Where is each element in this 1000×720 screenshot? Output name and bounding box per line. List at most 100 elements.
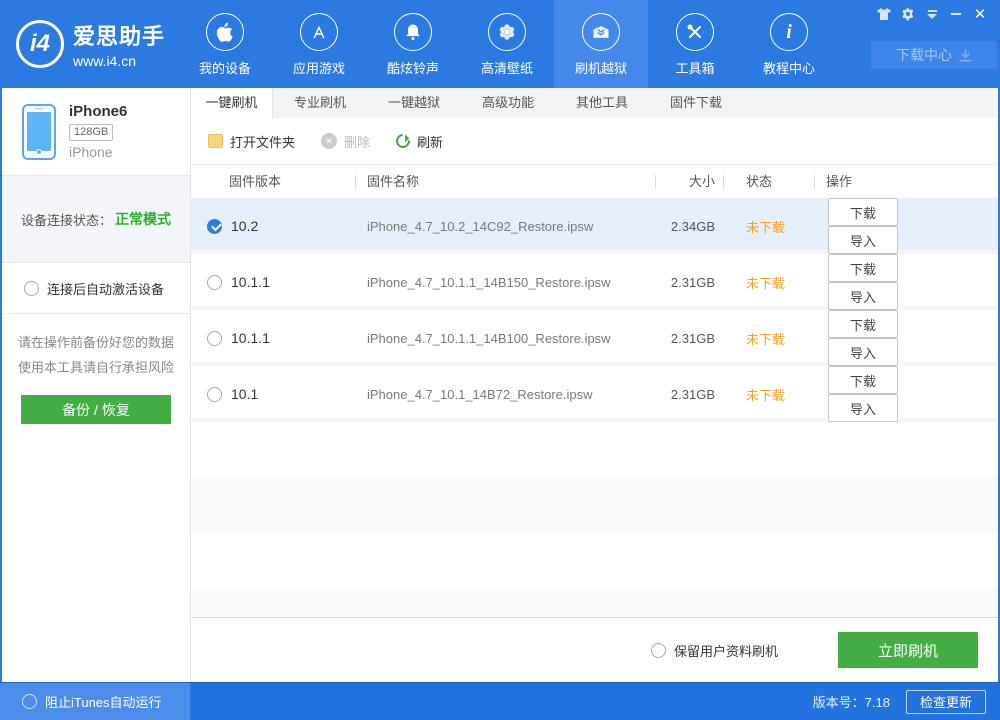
row-radio-selected[interactable]: [207, 219, 222, 234]
main-menu-icon[interactable]: [920, 4, 944, 24]
nav-label: 教程中心: [763, 58, 815, 77]
main-panel: 一键刷机 专业刷机 一键越狱 高级功能 其他工具 固件下载 打开文件夹 ✕ 删除: [191, 88, 998, 682]
col-size: 大小: [655, 165, 723, 198]
brand: i4 爱思助手 www.i4.cn: [0, 0, 178, 88]
import-button[interactable]: 导入: [828, 394, 898, 422]
nav-label: 酷炫铃声: [387, 58, 439, 77]
sidebar: iPhone6 128GB iPhone 设备连接状态： 正常模式 连接后自动激…: [2, 88, 191, 682]
content: iPhone6 128GB iPhone 设备连接状态： 正常模式 连接后自动激…: [0, 88, 1000, 682]
skin-icon[interactable]: [872, 4, 896, 24]
firmware-name: iPhone_4.7_10.2_14C92_Restore.ipsw: [355, 219, 655, 234]
nav-toolbox[interactable]: 工具箱: [648, 0, 742, 88]
firmware-size: 2.31GB: [655, 331, 723, 346]
logo-icon: i4: [16, 20, 64, 68]
table-row[interactable]: 10.1.1 iPhone_4.7_10.1.1_14B150_Restore.…: [191, 254, 998, 310]
open-folder-label: 打开文件夹: [230, 132, 295, 151]
open-folder-button[interactable]: 打开文件夹: [208, 132, 295, 151]
firmware-name: iPhone_4.7_10.1.1_14B150_Restore.ipsw: [355, 275, 655, 290]
row-radio[interactable]: [207, 275, 222, 290]
block-itunes-label: 阻止iTunes自动运行: [45, 692, 162, 711]
auto-activate-option[interactable]: 连接后自动激活设备: [2, 263, 190, 314]
header-right: ✕ 下载中心: [840, 0, 1000, 88]
nav-label: 应用游戏: [293, 58, 345, 77]
settings-gear-icon[interactable]: [896, 4, 920, 24]
download-button[interactable]: 下载: [828, 254, 898, 282]
block-itunes-radio[interactable]: [22, 694, 37, 709]
flash-now-button[interactable]: 立即刷机: [838, 632, 978, 668]
tab-other-tools[interactable]: 其他工具: [555, 88, 649, 118]
firmware-size: 2.31GB: [655, 275, 723, 290]
nav-tutorials[interactable]: i 教程中心: [742, 0, 836, 88]
toolbar: 打开文件夹 ✕ 删除 刷新: [191, 118, 998, 165]
tab-bar: 一键刷机 专业刷机 一键越狱 高级功能 其他工具 固件下载: [191, 88, 998, 118]
import-button[interactable]: 导入: [828, 226, 898, 254]
tab-advanced[interactable]: 高级功能: [461, 88, 555, 118]
firmware-size: 2.31GB: [655, 387, 723, 402]
logo-text: i4: [30, 30, 50, 58]
warning-line-2: 使用本工具请自行承担风险: [2, 355, 190, 380]
device-capacity-badge: 128GB: [69, 124, 113, 141]
col-operation: 操作: [814, 165, 998, 198]
nav-flash-jailbreak[interactable]: 刷机越狱: [554, 0, 648, 88]
info-icon: i: [770, 13, 808, 51]
table-row[interactable]: 10.2 iPhone_4.7_10.2_14C92_Restore.ipsw …: [191, 198, 998, 254]
window-controls: ✕: [872, 4, 992, 24]
nav-label: 我的设备: [199, 58, 251, 77]
tab-one-key-jailbreak[interactable]: 一键越狱: [367, 88, 461, 118]
bell-icon: [394, 13, 432, 51]
tab-one-key-flash[interactable]: 一键刷机: [191, 88, 273, 118]
nav-apps-games[interactable]: 应用游戏: [272, 0, 366, 88]
import-button[interactable]: 导入: [828, 282, 898, 310]
device-name: iPhone6: [69, 103, 127, 120]
folder-icon: [208, 134, 223, 148]
download-icon: [959, 49, 972, 62]
iphone-icon: [22, 104, 56, 160]
firmware-name: iPhone_4.7_10.1_14B72_Restore.ipsw: [355, 387, 655, 402]
keep-user-data-radio[interactable]: [651, 643, 666, 658]
close-icon[interactable]: ✕: [968, 4, 992, 24]
keep-user-data-option[interactable]: 保留用户资料刷机: [651, 641, 778, 660]
row-radio[interactable]: [207, 331, 222, 346]
table-row[interactable]: 10.1 iPhone_4.7_10.1_14B72_Restore.ipsw …: [191, 366, 998, 422]
nav-label: 刷机越狱: [575, 58, 627, 77]
row-radio[interactable]: [207, 387, 222, 402]
refresh-button[interactable]: 刷新: [396, 132, 443, 151]
backup-warning: 请在操作前备份好您的数据 使用本工具请自行承担风险 备份 / 恢复: [2, 314, 190, 424]
app-window: i4 爱思助手 www.i4.cn 我的设备 应用游戏: [0, 0, 1000, 720]
col-status: 状态: [723, 165, 814, 198]
backup-restore-button[interactable]: 备份 / 恢复: [21, 395, 171, 424]
tab-firmware-download[interactable]: 固件下载: [649, 88, 743, 118]
tab-pro-flash[interactable]: 专业刷机: [273, 88, 367, 118]
delete-button[interactable]: ✕ 删除: [321, 132, 370, 151]
device-model: iPhone: [69, 144, 127, 160]
footer: 阻止iTunes自动运行 版本号：7.18 检查更新: [0, 682, 1000, 720]
download-button[interactable]: 下载: [828, 366, 898, 394]
header: i4 爱思助手 www.i4.cn 我的设备 应用游戏: [0, 0, 1000, 88]
firmware-version: 10.1: [231, 386, 258, 402]
auto-activate-radio[interactable]: [24, 281, 39, 296]
keep-user-data-label: 保留用户资料刷机: [674, 641, 778, 660]
status-badge: 未下载: [723, 385, 814, 404]
table-header: 固件版本 固件名称 大小 状态 操作: [191, 165, 998, 198]
nav-label: 工具箱: [675, 58, 714, 77]
download-center-button[interactable]: 下载中心: [871, 41, 997, 69]
check-update-button[interactable]: 检查更新: [906, 690, 986, 714]
block-itunes-option[interactable]: 阻止iTunes自动运行: [0, 683, 190, 720]
status-badge: 未下载: [723, 273, 814, 292]
nav-wallpapers[interactable]: 高清壁纸: [460, 0, 554, 88]
brand-url: www.i4.cn: [73, 53, 165, 69]
apple-icon: [206, 13, 244, 51]
firmware-version: 10.1.1: [231, 274, 270, 290]
download-button[interactable]: 下载: [828, 310, 898, 338]
download-button[interactable]: 下载: [828, 198, 898, 226]
col-firmware-name: 固件名称: [355, 165, 655, 198]
brand-name: 爱思助手: [73, 19, 165, 51]
import-button[interactable]: 导入: [828, 338, 898, 366]
table-row[interactable]: 10.1.1 iPhone_4.7_10.1.1_14B100_Restore.…: [191, 310, 998, 366]
connection-status-value: 正常模式: [115, 209, 171, 229]
flash-box-icon: [582, 13, 620, 51]
nav-my-devices[interactable]: 我的设备: [178, 0, 272, 88]
device-info: iPhone6 128GB iPhone: [2, 88, 190, 176]
minimize-icon[interactable]: [944, 4, 968, 24]
nav-ringtones[interactable]: 酷炫铃声: [366, 0, 460, 88]
